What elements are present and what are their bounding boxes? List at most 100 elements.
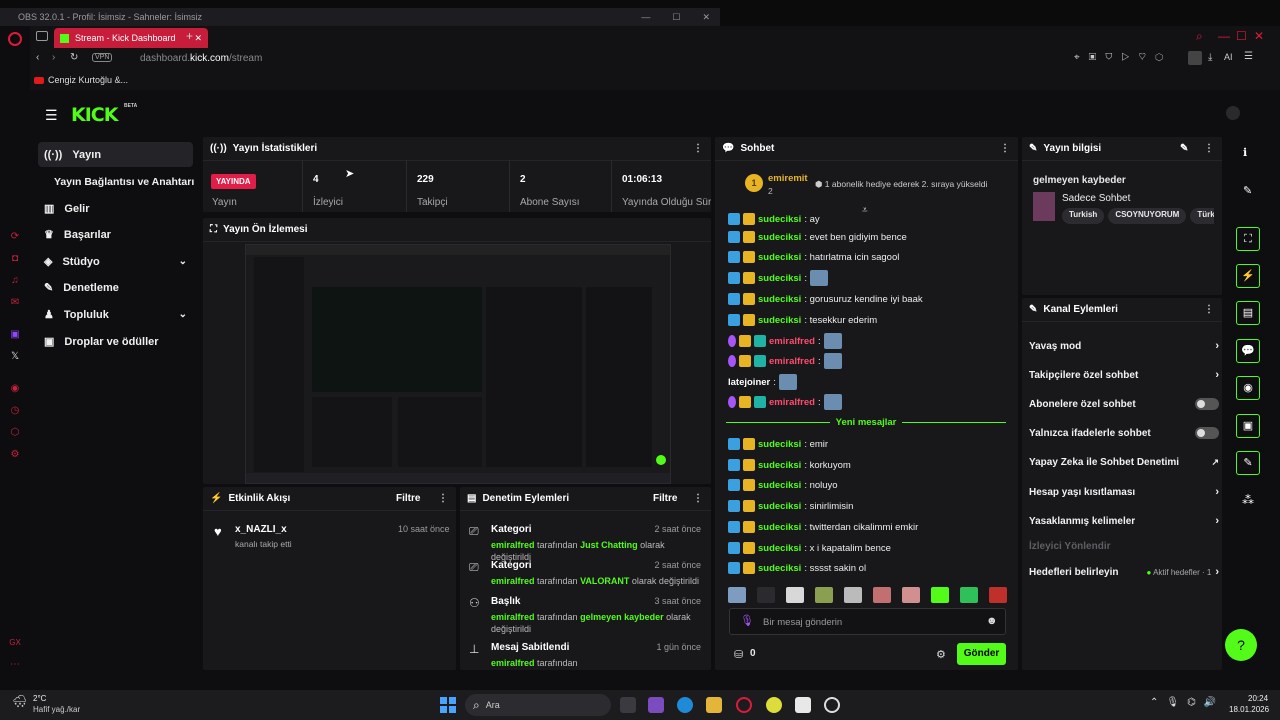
reload-icon[interactable]: ↻ bbox=[70, 52, 78, 63]
shield-icon[interactable]: ⬡ bbox=[8, 426, 22, 440]
minimize-icon[interactable]: — bbox=[1218, 29, 1230, 43]
pinned-user[interactable]: emiremit bbox=[768, 173, 808, 184]
kick-logo[interactable]: KICK bbox=[71, 104, 118, 126]
back-icon[interactable]: ‹ bbox=[36, 52, 39, 63]
emote-icon[interactable] bbox=[902, 587, 920, 603]
filter-button[interactable]: Filtre bbox=[396, 493, 420, 504]
collapse-icon[interactable]: ⩡ bbox=[862, 205, 868, 216]
explorer-icon[interactable] bbox=[706, 697, 722, 713]
chat-username[interactable]: sudeciksi bbox=[758, 252, 801, 263]
nav-item-stream[interactable]: ((·)) Yayın bbox=[38, 142, 193, 167]
twitch-icon[interactable]: ▣ bbox=[8, 328, 22, 342]
chat-username[interactable]: emiralfred bbox=[769, 356, 815, 367]
tag[interactable]: Türkç bbox=[1190, 208, 1214, 224]
action-ai-moderation[interactable]: Yapay Zeka ile Sohbet Denetimi ↗ bbox=[1029, 452, 1219, 472]
obs-icon[interactable] bbox=[824, 697, 840, 713]
nav-item-drops[interactable]: ▣ Droplar ve ödüller bbox=[38, 329, 193, 354]
more-icon[interactable]: ⋮ bbox=[1204, 143, 1214, 154]
modlog-user[interactable]: emiralfred bbox=[491, 576, 535, 586]
edit-icon[interactable]: ✎ bbox=[1180, 143, 1188, 154]
nav-item-community[interactable]: ♟ Topluluk ⌄ bbox=[38, 302, 193, 327]
opera-icon[interactable] bbox=[736, 697, 752, 713]
toggle-switch[interactable] bbox=[1195, 427, 1219, 439]
chat-username[interactable]: sudeciksi bbox=[758, 294, 801, 305]
action-account-age[interactable]: Hesap yaşı kısıtlaması › bbox=[1029, 482, 1219, 502]
gx-icon[interactable]: GX bbox=[8, 636, 22, 650]
opera-logo-icon[interactable] bbox=[8, 32, 22, 46]
chat-username[interactable]: emiralfred bbox=[769, 336, 815, 347]
forward-icon[interactable]: › bbox=[52, 52, 55, 63]
chat-username[interactable]: sudeciksi bbox=[758, 522, 801, 533]
action-banned-words[interactable]: Yasaklanmış kelimeler › bbox=[1029, 511, 1219, 531]
chat-username[interactable]: sudeciksi bbox=[758, 214, 801, 225]
tag[interactable]: CSOYNUYORUM bbox=[1108, 208, 1187, 224]
hamburger-icon[interactable]: ☰ bbox=[45, 107, 58, 124]
stream-preview-video[interactable] bbox=[245, 244, 671, 484]
music-icon[interactable]: ♫ bbox=[8, 274, 22, 288]
emote-bar[interactable] bbox=[728, 587, 1008, 603]
rail-chat-button[interactable]: 💬 bbox=[1236, 339, 1260, 363]
more-icon[interactable]: ⋮ bbox=[438, 493, 448, 504]
ai-button[interactable]: AI bbox=[1224, 52, 1233, 62]
close-icon[interactable]: ✕ bbox=[1254, 29, 1264, 43]
rail-actions-button[interactable]: ✎ bbox=[1236, 451, 1260, 475]
chat-username[interactable]: sudeciksi bbox=[758, 460, 801, 471]
chat-username[interactable]: sudeciksi bbox=[758, 480, 801, 491]
taskbar-search[interactable]: ⌕ Ara bbox=[465, 694, 611, 716]
modlog-user[interactable]: emiralfred bbox=[491, 658, 535, 668]
more-icon[interactable]: ⋯ bbox=[8, 658, 22, 672]
weather-temp[interactable]: 2°C bbox=[33, 694, 46, 703]
action-subscribers-only[interactable]: Abonelere özel sohbet bbox=[1029, 394, 1219, 414]
chat-username[interactable]: sudeciksi bbox=[758, 273, 801, 284]
download-icon[interactable]: ⤓ bbox=[1208, 52, 1212, 63]
nav-item-achievements[interactable]: ♛ Başarılar bbox=[38, 222, 193, 247]
avatar[interactable] bbox=[1226, 106, 1240, 120]
activity-user[interactable]: x_NAZLI_x bbox=[235, 524, 287, 535]
action-raid[interactable]: İzleyici Yönlendir bbox=[1029, 536, 1219, 556]
tabs-icon[interactable] bbox=[36, 31, 48, 41]
help-button[interactable]: ? bbox=[1225, 629, 1257, 661]
more-icon[interactable]: ⋮ bbox=[693, 493, 703, 504]
vpn-badge[interactable]: VPN bbox=[92, 53, 113, 62]
toolbar-icons[interactable]: ⌖▣⛉▷♡⬡ bbox=[1074, 52, 1172, 63]
maximize-icon[interactable]: ☐ bbox=[1236, 29, 1247, 43]
emoji-icon[interactable]: ☻ bbox=[986, 615, 998, 627]
chrome-icon[interactable] bbox=[766, 697, 782, 713]
filter-button[interactable]: Filtre bbox=[653, 493, 677, 504]
chat-username[interactable]: sudeciksi bbox=[758, 501, 801, 512]
rail-modlog-button[interactable]: ▤ bbox=[1236, 301, 1260, 325]
tag[interactable]: Turkish bbox=[1062, 208, 1105, 224]
rail-stats-button[interactable]: ◉ bbox=[1236, 376, 1260, 400]
x-icon[interactable]: 𝕏 bbox=[8, 350, 22, 364]
clock-icon[interactable]: ◷ bbox=[8, 404, 22, 418]
circle-icon[interactable]: ◉ bbox=[8, 382, 22, 396]
points-icon[interactable]: ⛁ bbox=[734, 648, 743, 661]
more-icon[interactable]: ⋮ bbox=[693, 143, 703, 154]
emote-icon[interactable] bbox=[960, 587, 978, 603]
modlog-user[interactable]: emiralfred bbox=[491, 612, 535, 622]
chat-username[interactable]: sudeciksi bbox=[758, 563, 801, 574]
action-followers-only[interactable]: Takipçilere özel sohbet › bbox=[1029, 365, 1219, 385]
nav-item-revenue[interactable]: ▥ Gelir bbox=[38, 196, 193, 221]
bookmark-item[interactable]: Cengiz Kurtoğlu &... bbox=[48, 75, 128, 85]
new-tab-icon[interactable]: + bbox=[186, 29, 193, 43]
nav-item-stream-key[interactable]: Yayın Bağlantısı ve Anahtarı bbox=[38, 169, 203, 194]
more-icon[interactable]: ⋮ bbox=[1204, 304, 1214, 315]
tray-icons[interactable]: ⌃🎙⌬🔊 bbox=[1150, 697, 1224, 708]
emote-icon[interactable] bbox=[844, 587, 862, 603]
emote-icon[interactable] bbox=[815, 587, 833, 603]
info-icon[interactable]: ℹ bbox=[1243, 146, 1247, 159]
chat-username[interactable]: sudeciksi bbox=[758, 315, 801, 326]
toggle-switch[interactable] bbox=[1195, 398, 1219, 410]
pencil-icon[interactable]: ✎ bbox=[1243, 184, 1252, 197]
chat-username[interactable]: latejoiner bbox=[728, 377, 770, 388]
store-icon[interactable] bbox=[795, 697, 811, 713]
chat-username[interactable]: emiralfred bbox=[769, 397, 815, 408]
emote-icon[interactable] bbox=[757, 587, 775, 603]
rail-activity-button[interactable]: ⚡ bbox=[1236, 264, 1260, 288]
send-button[interactable]: Gönder bbox=[957, 643, 1006, 665]
info-category[interactable]: Sadece Sohbet bbox=[1062, 193, 1130, 204]
tab-close-icon[interactable]: ✕ bbox=[194, 33, 202, 44]
messenger-icon[interactable]: ✉ bbox=[8, 296, 22, 310]
chat-username[interactable]: sudeciksi bbox=[758, 543, 801, 554]
